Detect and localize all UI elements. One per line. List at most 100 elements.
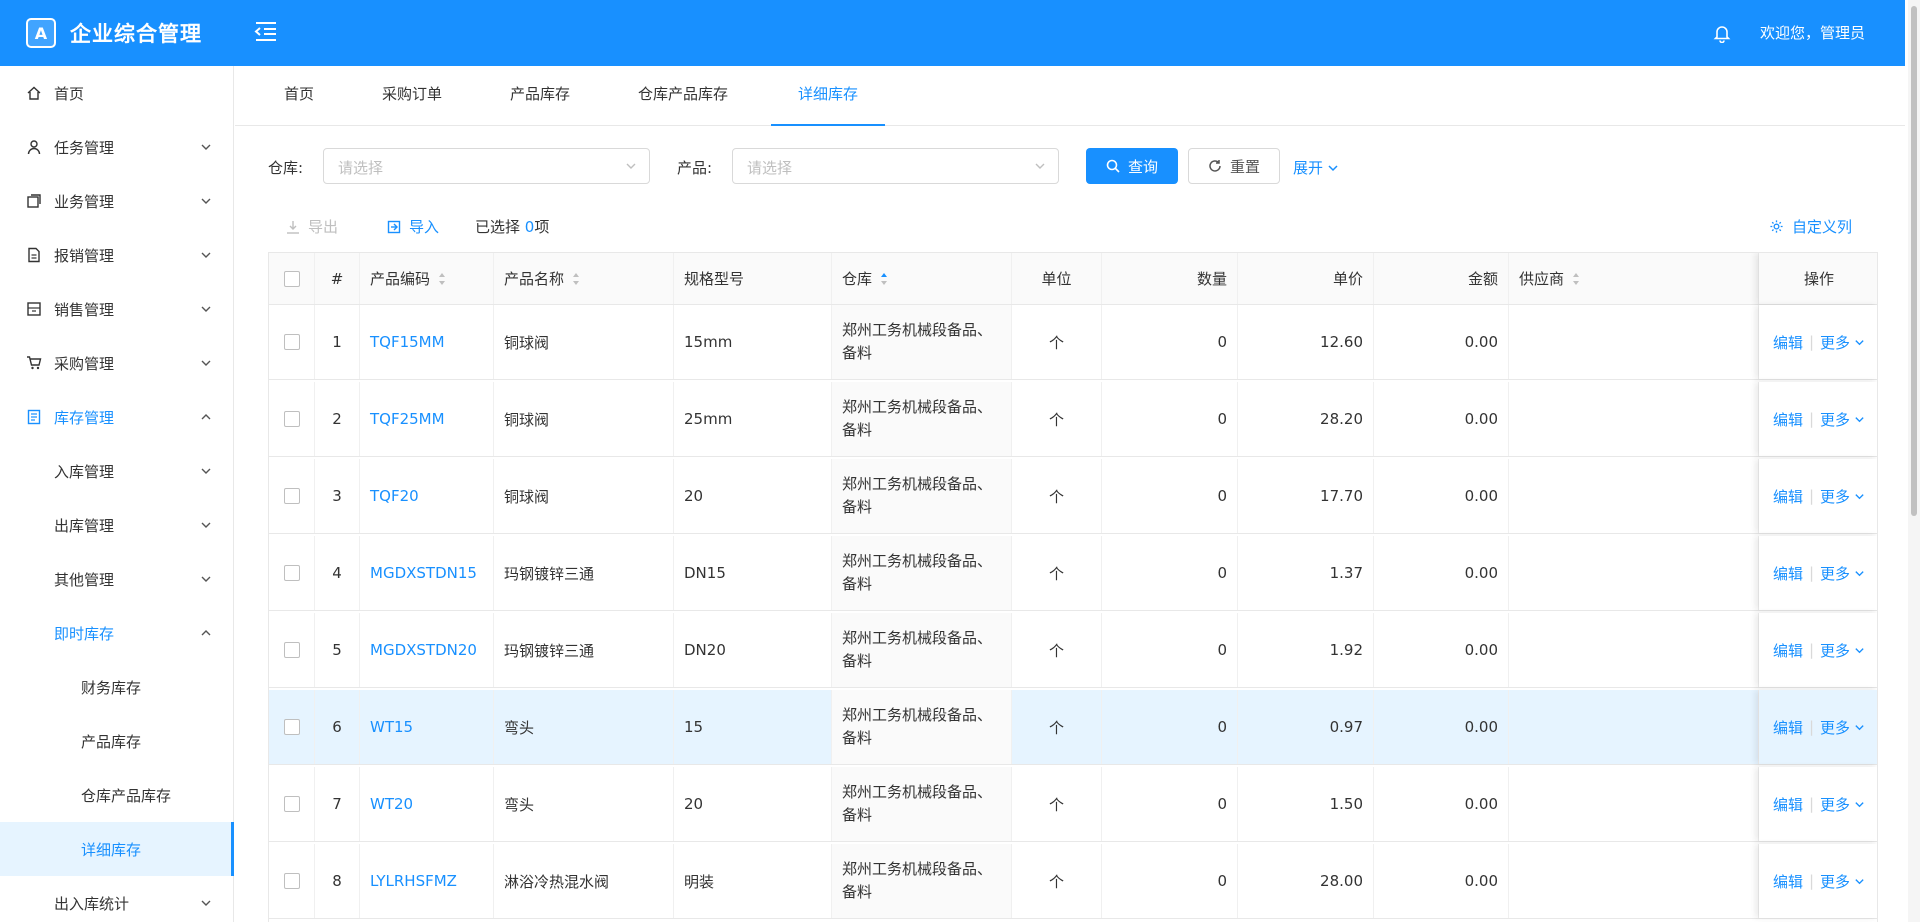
product-select[interactable]: 请选择 — [732, 148, 1059, 184]
search-button[interactable]: 查询 — [1086, 148, 1178, 184]
more-dropdown[interactable]: 更多 — [1820, 871, 1865, 892]
book-icon — [27, 409, 41, 425]
custom-columns-button[interactable]: 自定义列 — [1769, 216, 1852, 237]
sidebar-item-inbound[interactable]: 入库管理 — [0, 444, 234, 498]
edit-link[interactable]: 编辑 — [1773, 717, 1803, 738]
row-actions: 编辑 | 更多 — [1759, 382, 1877, 456]
edit-link[interactable]: 编辑 — [1773, 409, 1803, 430]
tab-warehouse-product-stock[interactable]: 仓库产品库存 — [638, 66, 728, 126]
menu-collapse-icon[interactable] — [254, 20, 278, 42]
page-scrollbar[interactable] — [1908, 0, 1920, 922]
tab-product-stock[interactable]: 产品库存 — [510, 66, 570, 126]
row-amount: 0.00 — [1374, 844, 1509, 918]
more-label: 更多 — [1820, 872, 1851, 891]
edit-link[interactable]: 编辑 — [1773, 332, 1803, 353]
edit-link[interactable]: 编辑 — [1773, 871, 1803, 892]
sidebar-item-warehouse-product-stock[interactable]: 仓库产品库存 — [0, 768, 234, 822]
row-checkbox[interactable] — [283, 796, 300, 812]
sidebar-item-home[interactable]: 首页 — [0, 66, 234, 120]
row-checkbox[interactable] — [283, 873, 300, 889]
row-index: 2 — [315, 382, 360, 456]
header-warehouse[interactable]: 仓库 — [832, 253, 1012, 304]
sidebar-item-inventory[interactable]: 库存管理 — [0, 390, 234, 444]
sidebar-item-business[interactable]: 业务管理 — [0, 174, 234, 228]
more-dropdown[interactable]: 更多 — [1820, 486, 1865, 507]
sidebar-item-finance-stock[interactable]: 财务库存 — [0, 660, 234, 714]
row-checkbox[interactable] — [283, 642, 300, 658]
row-unit: 个 — [1012, 382, 1102, 456]
sidebar-item-detail-stock[interactable]: 详细库存 — [0, 822, 234, 876]
row-product-code[interactable]: MGDXSTDN15 — [360, 536, 494, 610]
row-qty: 0 — [1102, 305, 1238, 379]
edit-link[interactable]: 编辑 — [1773, 794, 1803, 815]
row-product-code[interactable]: TQF25MM — [360, 382, 494, 456]
row-product-code[interactable]: MGDXSTDN20 — [360, 613, 494, 687]
sidebar-item-label: 详细库存 — [81, 840, 142, 859]
table-row: 5 MGDXSTDN20 玛钢镀锌三通 DN20 郑州工务机械段备品、备料 个 … — [269, 613, 1877, 688]
row-actions: 编辑 | 更多 — [1759, 690, 1877, 764]
row-price: 1.50 — [1238, 767, 1374, 841]
row-spec: 15 — [674, 690, 832, 764]
row-supplier — [1509, 459, 1759, 533]
row-amount: 0.00 — [1374, 305, 1509, 379]
header-name[interactable]: 产品名称 — [494, 253, 674, 304]
row-product-name: 弯头 — [494, 767, 674, 841]
sidebar-item-other[interactable]: 其他管理 — [0, 552, 234, 606]
tab-purchase-order[interactable]: 采购订单 — [382, 66, 442, 126]
row-qty: 0 — [1102, 536, 1238, 610]
row-warehouse-cell: 郑州工务机械段备品、备料 — [832, 382, 1012, 456]
row-warehouse-cell: 郑州工务机械段备品、备料 — [832, 305, 1012, 379]
row-spec: 15mm — [674, 305, 832, 379]
row-warehouse-cell: 郑州工务机械段备品、备料 — [832, 767, 1012, 841]
reset-button[interactable]: 重置 — [1188, 148, 1280, 184]
table-row: 8 LYLRHSFMZ 淋浴冷热混水阀 明装 郑州工务机械段备品、备料 个 0 … — [269, 844, 1877, 919]
expand-filters-link[interactable]: 展开 — [1293, 157, 1339, 178]
row-checkbox[interactable] — [283, 719, 300, 735]
row-checkbox[interactable] — [283, 565, 300, 581]
header-select-all — [269, 253, 315, 304]
sidebar-item-realtime-stock[interactable]: 即时库存 — [0, 606, 234, 660]
action-divider: | — [1808, 795, 1815, 813]
edit-link[interactable]: 编辑 — [1773, 486, 1803, 507]
edit-link[interactable]: 编辑 — [1773, 640, 1803, 661]
sidebar-item-io-stats[interactable]: 出入库统计 — [0, 876, 234, 922]
row-product-code[interactable]: WT20 — [360, 767, 494, 841]
tab-home[interactable]: 首页 — [284, 66, 314, 126]
header-supplier[interactable]: 供应商 — [1509, 253, 1759, 304]
sidebar-item-product-stock[interactable]: 产品库存 — [0, 714, 234, 768]
row-product-code[interactable]: TQF20 — [360, 459, 494, 533]
select-all-checkbox[interactable] — [283, 270, 300, 287]
warehouse-select[interactable]: 请选择 — [323, 148, 650, 184]
sidebar-item-purchase[interactable]: 采购管理 — [0, 336, 234, 390]
more-dropdown[interactable]: 更多 — [1820, 332, 1865, 353]
export-button[interactable]: 导出 — [286, 216, 338, 237]
edit-link[interactable]: 编辑 — [1773, 563, 1803, 584]
more-dropdown[interactable]: 更多 — [1820, 409, 1865, 430]
header-code[interactable]: 产品编码 — [360, 253, 494, 304]
scrollbar-thumb[interactable] — [1911, 6, 1917, 516]
row-actions: 编辑 | 更多 — [1759, 613, 1877, 687]
more-dropdown[interactable]: 更多 — [1820, 717, 1865, 738]
row-product-code[interactable]: LYLRHSFMZ — [360, 844, 494, 918]
tab-detail-stock[interactable]: 详细库存 — [771, 66, 886, 126]
bell-icon[interactable] — [1712, 23, 1732, 43]
sidebar-item-outbound[interactable]: 出库管理 — [0, 498, 234, 552]
row-supplier — [1509, 690, 1759, 764]
more-dropdown[interactable]: 更多 — [1820, 640, 1865, 661]
row-product-code[interactable]: WT15 — [360, 690, 494, 764]
more-dropdown[interactable]: 更多 — [1820, 563, 1865, 584]
row-product-code[interactable]: TQF15MM — [360, 305, 494, 379]
import-button[interactable]: 导入 — [387, 216, 439, 237]
sidebar-item-tasks[interactable]: 任务管理 — [0, 120, 234, 174]
more-dropdown[interactable]: 更多 — [1820, 794, 1865, 815]
row-spec: DN20 — [674, 613, 832, 687]
more-label: 更多 — [1820, 333, 1851, 352]
sidebar-item-expense[interactable]: 报销管理 — [0, 228, 234, 282]
row-index: 6 — [315, 690, 360, 764]
sidebar-item-sales[interactable]: 销售管理 — [0, 282, 234, 336]
row-checkbox[interactable] — [283, 334, 300, 350]
header-code-label: 产品编码 — [370, 270, 431, 288]
welcome-text[interactable]: 欢迎您，管理员 — [1760, 22, 1865, 43]
row-checkbox[interactable] — [283, 488, 300, 504]
row-checkbox[interactable] — [283, 411, 300, 427]
